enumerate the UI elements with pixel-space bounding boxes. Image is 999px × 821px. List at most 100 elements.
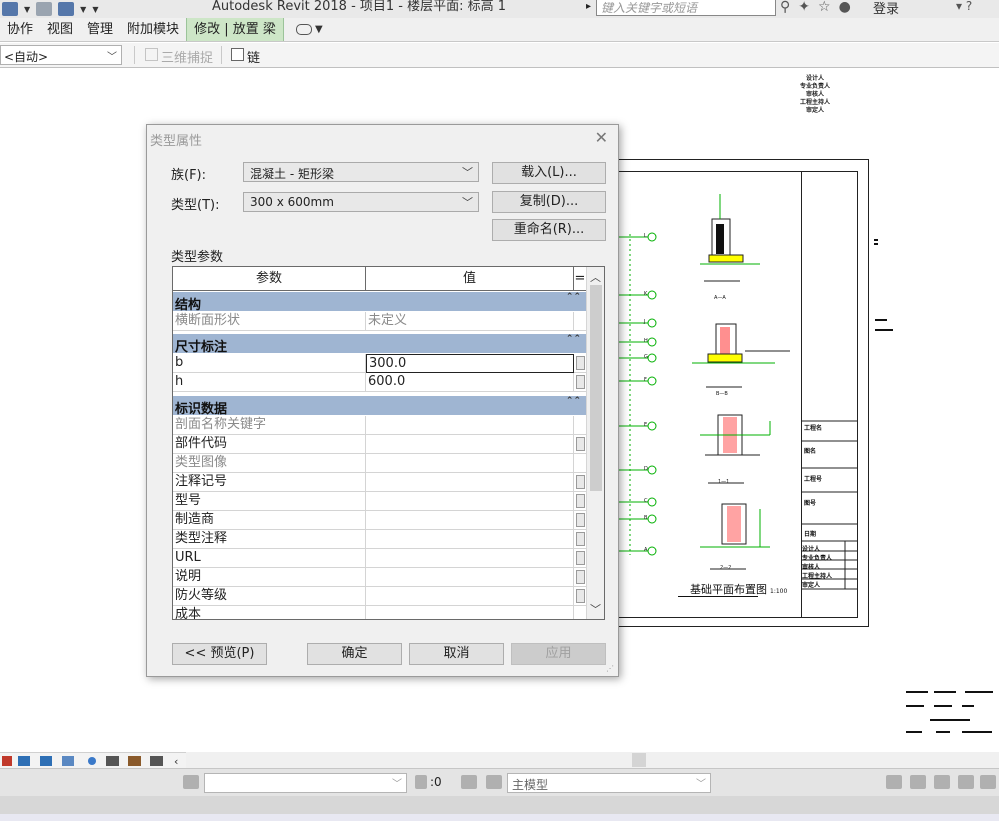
table-row[interactable]: 注释记号 <box>173 473 586 492</box>
param-value-input[interactable]: 300.0 <box>366 354 574 373</box>
ok-button[interactable]: 确定 <box>307 643 402 665</box>
worksets-icon[interactable] <box>183 775 199 789</box>
table-row[interactable]: b 300.0 <box>173 354 586 373</box>
param-value[interactable] <box>366 454 574 472</box>
editable-only-icon[interactable] <box>461 775 477 789</box>
view-control-icons[interactable]: ‹ <box>0 753 186 769</box>
ribbon-minimize-dropdown[interactable]: ▼ <box>295 18 323 41</box>
formula-cell[interactable] <box>574 492 586 510</box>
customize-qat-icon[interactable]: ▼ <box>92 5 98 14</box>
group-identity-data[interactable]: 标识数据 ⌃⌃ <box>173 396 586 417</box>
scroll-thumb[interactable] <box>590 285 602 491</box>
chevron-right-icon[interactable]: ▸ <box>586 1 591 12</box>
formula-button[interactable] <box>576 570 585 584</box>
tab-collaborate[interactable]: 协作 <box>0 18 40 41</box>
star-icon[interactable]: ☆ <box>818 0 831 14</box>
param-value[interactable] <box>366 473 574 491</box>
formula-cell[interactable] <box>574 511 586 529</box>
table-row[interactable]: URL <box>173 549 586 568</box>
resize-grip-icon[interactable]: ⋰ <box>606 664 616 674</box>
placement-plane-select[interactable]: <自动> ﹀ <box>0 45 122 65</box>
collapse-icon[interactable]: ⌃⌃ <box>566 396 581 406</box>
formula-button[interactable] <box>576 475 585 489</box>
scroll-thumb[interactable] <box>632 753 646 767</box>
chevron-down-icon[interactable]: ▼ <box>80 5 86 14</box>
table-row[interactable]: h 600.0 <box>173 373 586 392</box>
search-input[interactable]: 键入关键字或短语 <box>596 0 776 16</box>
table-row[interactable]: 横断面形状 未定义 <box>173 312 586 331</box>
apply-button[interactable]: 应用 <box>511 643 606 665</box>
formula-button[interactable] <box>576 437 585 451</box>
group-structure[interactable]: 结构 ⌃⌃ <box>173 292 586 313</box>
param-value[interactable] <box>366 587 574 605</box>
preview-button[interactable]: << 预览(P) <box>172 643 267 665</box>
login-button[interactable]: 登录 <box>873 0 899 17</box>
param-value[interactable]: 未定义 <box>366 312 574 330</box>
grid-scrollbar[interactable]: ︿ ﹀ <box>586 267 604 619</box>
table-row[interactable]: 成本 <box>173 606 586 619</box>
load-button[interactable]: 载入(L)... <box>492 162 606 184</box>
table-row[interactable]: 类型图像 <box>173 454 586 473</box>
duplicate-button[interactable]: 复制(D)... <box>492 191 606 213</box>
formula-cell[interactable] <box>574 568 586 586</box>
print-icon[interactable] <box>36 2 53 16</box>
formula-cell[interactable] <box>574 530 586 548</box>
drag-elements-icon[interactable] <box>980 775 996 789</box>
table-row[interactable]: 类型注释 <box>173 530 586 549</box>
tab-modify-place-beam[interactable]: 修改 | 放置 梁 <box>186 18 284 41</box>
rename-button[interactable]: 重命名(R)... <box>492 219 606 241</box>
param-value[interactable]: 600.0 <box>366 373 574 391</box>
tab-addins[interactable]: 附加模块 <box>120 18 186 41</box>
scroll-down-icon[interactable]: ﹀ <box>590 601 601 617</box>
close-icon[interactable]: ✕ <box>595 128 608 147</box>
formula-button[interactable] <box>576 513 585 527</box>
filter-icon[interactable] <box>415 775 427 789</box>
chevron-down-icon[interactable]: ▾ ? <box>956 0 972 13</box>
formula-button[interactable] <box>576 494 585 508</box>
table-row[interactable]: 部件代码 <box>173 435 586 454</box>
param-value[interactable] <box>366 606 574 619</box>
param-value[interactable] <box>366 511 574 529</box>
formula-button[interactable] <box>576 356 585 370</box>
param-value[interactable] <box>366 549 574 567</box>
communication-icon[interactable]: ✦ <box>798 0 810 14</box>
param-value[interactable] <box>366 435 574 453</box>
param-value[interactable] <box>366 568 574 586</box>
formula-cell[interactable] <box>574 354 586 372</box>
formula-cell[interactable] <box>574 373 586 391</box>
table-row[interactable]: 说明 <box>173 568 586 587</box>
formula-cell[interactable] <box>574 435 586 453</box>
formula-cell[interactable] <box>574 549 586 567</box>
formula-button[interactable] <box>576 589 585 603</box>
family-select[interactable]: 混凝土 - 矩形梁 ﹀ <box>243 162 479 182</box>
horizontal-scrollbar[interactable] <box>186 752 999 768</box>
cancel-button[interactable]: 取消 <box>409 643 504 665</box>
select-pinned-icon[interactable] <box>934 775 950 789</box>
select-underlay-icon[interactable] <box>910 775 926 789</box>
formula-column-header[interactable]: = <box>574 267 586 290</box>
workset-select[interactable]: ﹀ <box>204 773 407 793</box>
group-dimensions[interactable]: 尺寸标注 ⌃⌃ <box>173 334 586 355</box>
chain-checkbox[interactable] <box>231 48 244 61</box>
formula-cell[interactable] <box>574 587 586 605</box>
param-value[interactable] <box>366 416 574 434</box>
scroll-up-icon[interactable]: ︿ <box>590 269 601 285</box>
formula-cell[interactable] <box>574 473 586 491</box>
collapse-icon[interactable]: ⌃⌃ <box>566 292 581 302</box>
table-row[interactable]: 防火等级 <box>173 587 586 606</box>
binoculars-icon[interactable]: ⚲ <box>780 0 790 14</box>
param-value[interactable] <box>366 492 574 510</box>
snap-3d-checkbox[interactable] <box>145 48 158 61</box>
tab-view[interactable]: 视图 <box>40 18 80 41</box>
measure-icon[interactable] <box>58 2 75 16</box>
tab-manage[interactable]: 管理 <box>80 18 120 41</box>
table-row[interactable]: 型号 <box>173 492 586 511</box>
collapse-icon[interactable]: ⌃⌃ <box>566 334 581 344</box>
design-option-select[interactable]: 主模型 ﹀ <box>507 773 711 793</box>
formula-button[interactable] <box>576 532 585 546</box>
design-options-icon[interactable] <box>486 775 502 789</box>
formula-button[interactable] <box>576 375 585 389</box>
param-value[interactable] <box>366 530 574 548</box>
param-column-header[interactable]: 参数 <box>173 267 366 290</box>
type-select[interactable]: 300 x 600mm ﹀ <box>243 192 479 212</box>
